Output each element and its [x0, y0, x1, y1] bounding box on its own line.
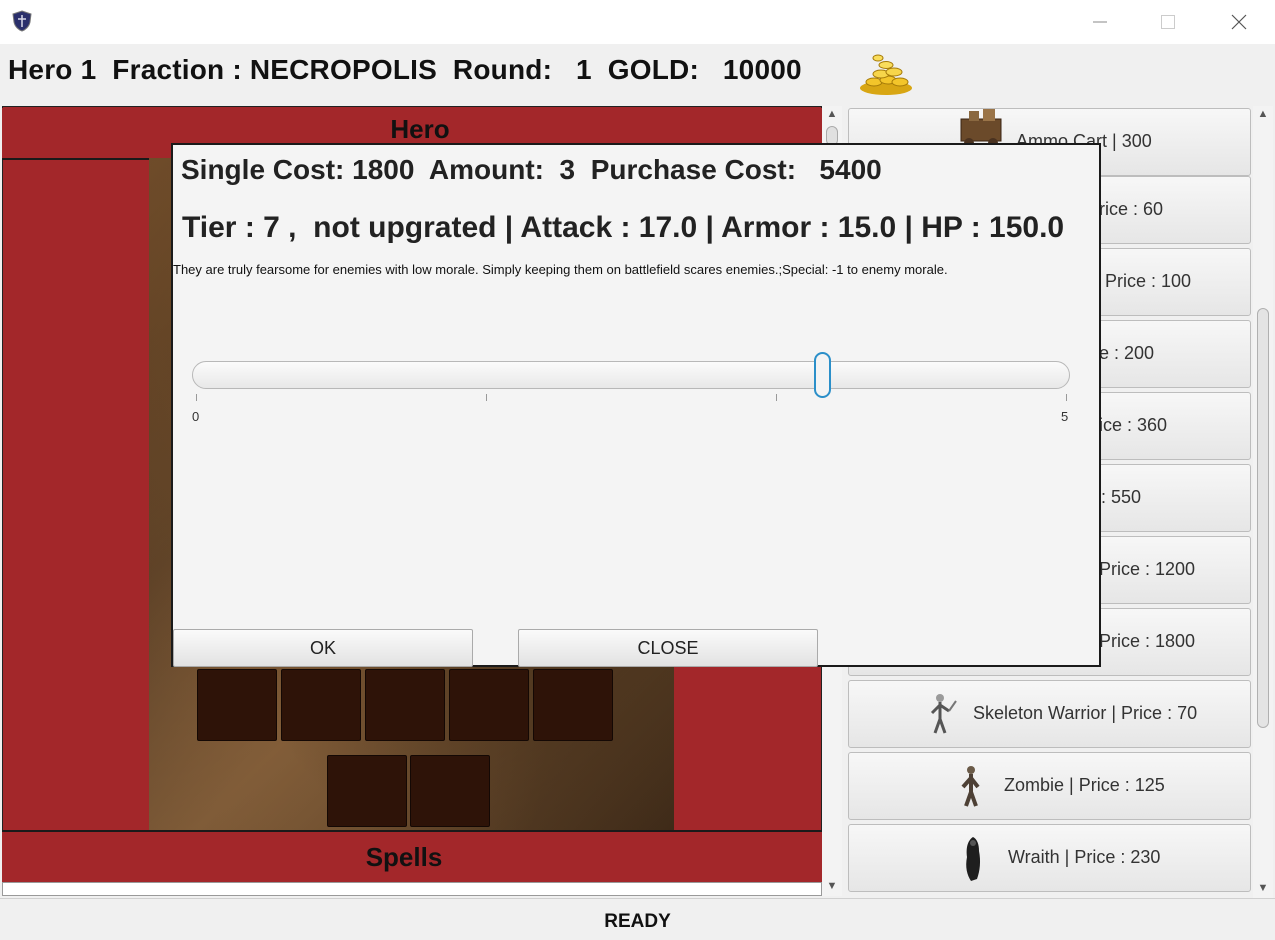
skeleton-warrior-icon — [923, 691, 963, 739]
purchase-cost-line: Single Cost: 1800 Amount: 3 Purchase Cos… — [181, 154, 882, 185]
unit-stats-line: Tier : 7 , not upgrated | Attack : 17.0 … — [182, 211, 1065, 244]
minimize-icon — [1093, 21, 1107, 23]
slider-tick — [1066, 394, 1067, 401]
close-window-button[interactable] — [1216, 0, 1262, 44]
ok-button[interactable]: OK — [173, 629, 473, 667]
scroll-up-icon[interactable]: ▲ — [1253, 108, 1273, 120]
app-shield-icon — [11, 10, 33, 32]
scroll-down-icon[interactable]: ▼ — [1253, 882, 1273, 894]
scroll-up-icon[interactable]: ▲ — [822, 108, 842, 120]
slider-max-label: 5 — [1061, 409, 1069, 424]
hero-title: Hero — [390, 114, 450, 144]
close-icon — [1231, 14, 1247, 30]
spells-title: Spells — [365, 842, 443, 872]
slider-min-label: 0 — [192, 409, 200, 424]
slider-tick — [196, 394, 197, 401]
minimize-button[interactable] — [1077, 0, 1123, 44]
shop-item-skeleton-warrior[interactable]: Skeleton Warrior | Price : 70 — [848, 680, 1251, 748]
shop-item-label: Wraith | Price : 230 — [1008, 847, 1161, 867]
slider-tick — [486, 394, 487, 401]
status-text: READY — [604, 911, 671, 932]
army-slot[interactable] — [410, 755, 490, 827]
army-slot[interactable] — [327, 755, 407, 827]
shop-item-zombie[interactable]: Zombie | Price : 125 — [848, 752, 1251, 820]
shop-item-label: ice : 360 — [1099, 415, 1168, 435]
gold-coins-icon — [856, 52, 914, 96]
shop-scroll-thumb[interactable] — [1257, 308, 1269, 728]
army-slot[interactable] — [197, 669, 277, 741]
army-slot[interactable] — [533, 669, 613, 741]
army-slot[interactable] — [365, 669, 445, 741]
shop-item-label: Price : 100 — [1105, 271, 1192, 291]
wraith-icon — [955, 835, 995, 883]
shop-item-label: : 550 — [1101, 487, 1142, 507]
maximize-button[interactable] — [1145, 0, 1191, 44]
army-slot[interactable] — [449, 669, 529, 741]
shop-item-label: rice : 60 — [1099, 199, 1164, 219]
hero-info-text: Hero 1 Fraction : NECROPOLIS Round: 1 GO… — [8, 54, 802, 85]
shop-item-label: Zombie | Price : 125 — [1004, 775, 1165, 795]
amount-slider-thumb[interactable] — [814, 352, 832, 398]
shop-item-label: Price : 1800 — [1099, 631, 1196, 651]
zombie-icon — [953, 763, 993, 811]
shop-item-label: Price : 1200 — [1099, 559, 1196, 579]
shop-item-wraith[interactable]: Wraith | Price : 230 — [848, 824, 1251, 892]
unit-description: They are truly fearsome for enemies with… — [173, 262, 948, 277]
close-button[interactable]: CLOSE — [518, 629, 818, 667]
slider-tick — [776, 394, 777, 401]
shop-item-label: e : 200 — [1099, 343, 1155, 363]
amount-slider-track[interactable] — [192, 361, 1070, 389]
army-slot[interactable] — [281, 669, 361, 741]
shop-item-label: Skeleton Warrior | Price : 70 — [973, 703, 1198, 723]
hero-panel-hscrollbar[interactable] — [2, 882, 822, 896]
scroll-down-icon[interactable]: ▼ — [822, 880, 842, 892]
maximize-icon — [1161, 15, 1175, 29]
